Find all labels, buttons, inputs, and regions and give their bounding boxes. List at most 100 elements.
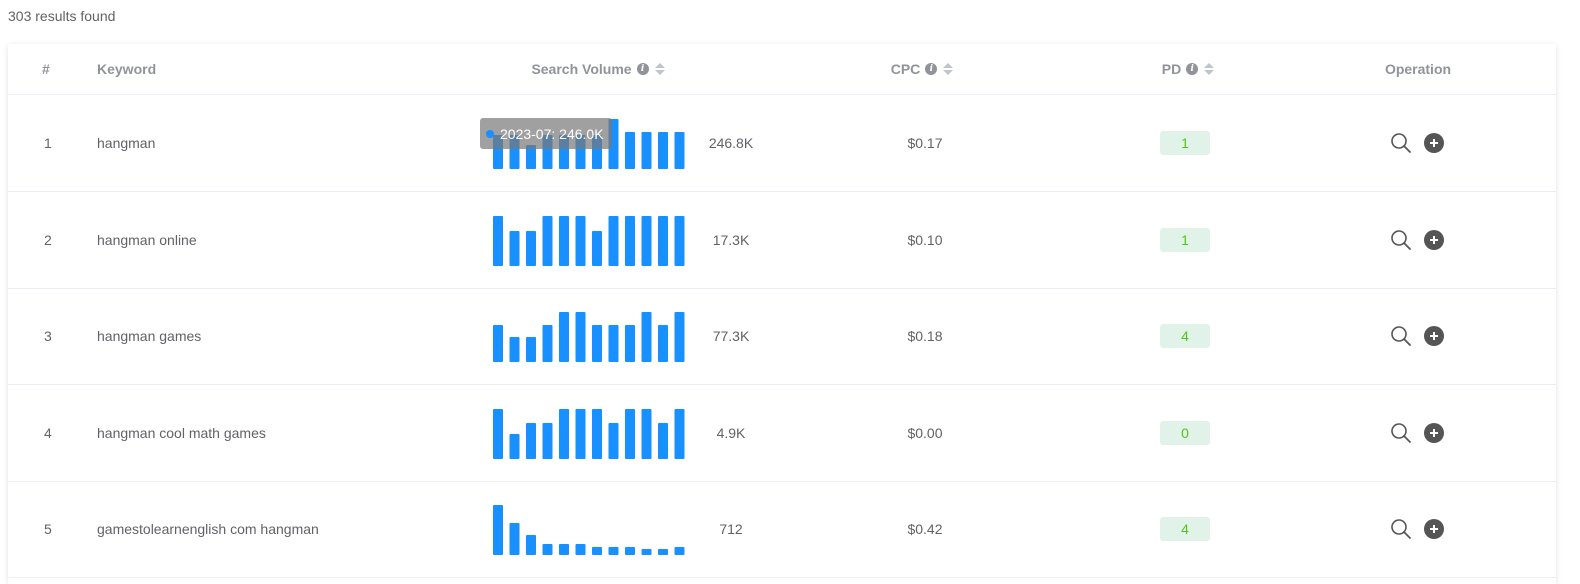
add-icon[interactable] [1424, 422, 1444, 443]
trend-bar[interactable] [526, 422, 536, 459]
search-icon[interactable] [1390, 325, 1412, 347]
search-icon[interactable] [1390, 229, 1412, 251]
trend-bar[interactable] [559, 215, 569, 266]
add-icon[interactable] [1424, 133, 1444, 153]
trend-bar[interactable] [658, 215, 668, 266]
trend-bar[interactable] [674, 132, 685, 169]
pd-badge: 4 [1160, 517, 1210, 541]
trend-bar[interactable] [559, 312, 569, 362]
results-count: 303 results found [8, 8, 116, 24]
row-index: 3 [44, 328, 52, 344]
add-icon[interactable] [1424, 229, 1444, 250]
trend-bar[interactable] [674, 215, 685, 266]
search-icon[interactable] [1390, 422, 1412, 444]
trend-bar[interactable] [575, 312, 586, 362]
trend-bar[interactable] [575, 408, 586, 459]
add-icon[interactable] [1424, 326, 1444, 346]
keyword-text[interactable]: gamestolearnenglish com hangman [97, 481, 319, 577]
trend-bar[interactable] [542, 215, 553, 266]
keyword-text[interactable]: hangman games [97, 288, 201, 384]
keyword-text[interactable]: hangman online [97, 192, 197, 288]
trend-bar[interactable] [493, 408, 503, 459]
keyword-text[interactable]: hangman [97, 95, 155, 191]
trend-bar[interactable] [641, 215, 652, 266]
trend-bar[interactable] [559, 408, 569, 459]
trend-bar[interactable] [509, 523, 520, 555]
trend-bar[interactable] [493, 505, 503, 555]
trend-bar[interactable] [526, 535, 536, 555]
search-volume-trend-chart[interactable] [492, 214, 688, 266]
pd-cell: 4 [1160, 288, 1210, 384]
search-volume-value: 712 [719, 521, 743, 537]
column-header-search-volume[interactable]: Search Volume i [488, 44, 708, 94]
keyword-text[interactable]: hangman cool math games [97, 385, 266, 481]
search-volume-trend-chart[interactable] [492, 503, 688, 555]
trend-bar[interactable] [641, 549, 652, 555]
trend-bar[interactable] [674, 408, 685, 459]
trend-bar[interactable] [658, 132, 668, 169]
trend-bar[interactable] [658, 422, 668, 459]
trend-bar[interactable] [625, 325, 635, 362]
trend-bar[interactable] [658, 549, 668, 555]
column-header-operation: Operation [1384, 61, 1452, 77]
trend-bar[interactable] [592, 547, 602, 555]
trend-bar[interactable] [509, 433, 520, 459]
search-icon[interactable] [1390, 518, 1412, 540]
info-icon[interactable]: i [1186, 63, 1199, 75]
trend-bar[interactable] [625, 215, 635, 266]
trend-bar[interactable] [608, 547, 619, 555]
trend-bar[interactable] [542, 422, 553, 459]
table-row: 1 hangman 246.8K $0.17 1 [8, 95, 1556, 192]
trend-bar[interactable] [493, 325, 503, 362]
trend-bar[interactable] [509, 230, 520, 266]
trend-bar[interactable] [625, 408, 635, 459]
sort-icon[interactable] [654, 63, 665, 75]
column-header-cpc[interactable]: CPC i [842, 44, 1002, 94]
cpc-value: $0.10 [907, 231, 943, 248]
trend-bar[interactable] [575, 215, 586, 266]
search-icon[interactable] [1390, 132, 1412, 154]
trend-bar[interactable] [658, 325, 668, 362]
series-dot-icon [486, 129, 494, 138]
trend-bar[interactable] [625, 132, 635, 169]
search-volume-value: 17.3K [712, 231, 750, 248]
trend-bar[interactable] [625, 547, 635, 555]
trend-bar[interactable] [542, 325, 553, 362]
trend-bar[interactable] [608, 422, 619, 459]
trend-bar[interactable] [592, 408, 602, 459]
search-volume-trend-chart[interactable] [492, 407, 688, 459]
trend-bar[interactable] [674, 312, 685, 362]
trend-bar[interactable] [592, 325, 602, 362]
info-icon[interactable]: i [925, 63, 938, 75]
trend-bar[interactable] [542, 544, 553, 555]
info-icon[interactable]: i [636, 63, 649, 75]
column-header-pd[interactable]: PD i [1108, 44, 1268, 94]
table-row: 4 hangman cool math games 4.9K $0.00 0 [8, 385, 1556, 482]
operation-cell [1390, 288, 1444, 384]
row-index: 2 [44, 231, 52, 248]
pd-cell: 1 [1160, 95, 1210, 191]
trend-bar[interactable] [493, 215, 503, 266]
trend-bar[interactable] [608, 325, 619, 362]
trend-bar[interactable] [559, 544, 569, 555]
trend-bar[interactable] [592, 230, 602, 266]
sort-icon[interactable] [943, 63, 954, 75]
trend-bar[interactable] [641, 408, 652, 459]
pd-badge: 4 [1160, 324, 1210, 348]
add-icon[interactable] [1424, 519, 1444, 539]
trend-bar[interactable] [674, 547, 685, 555]
trend-bar[interactable] [641, 312, 652, 362]
pd-cell: 1 [1160, 192, 1210, 288]
row-index: 5 [44, 521, 52, 537]
search-volume-trend-chart[interactable] [492, 310, 688, 362]
trend-bar[interactable] [575, 544, 586, 555]
pd-badge: 0 [1160, 420, 1210, 445]
trend-bar[interactable] [608, 215, 619, 266]
sort-icon[interactable] [1204, 63, 1215, 75]
trend-bar[interactable] [641, 132, 652, 169]
trend-bar[interactable] [526, 337, 536, 362]
trend-bar[interactable] [526, 230, 536, 266]
search-volume-value: 4.9K [716, 424, 746, 441]
trend-bar[interactable] [509, 337, 520, 362]
row-index: 4 [44, 424, 52, 441]
